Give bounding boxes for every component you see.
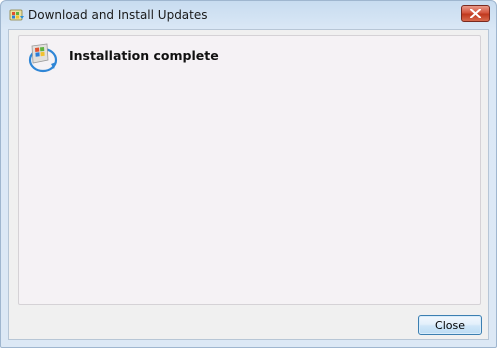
windows-update-icon [27,42,59,74]
close-icon [470,9,481,18]
status-heading: Installation complete [69,48,219,63]
dialog-window: Download and Install Updates Installatio [0,0,497,348]
close-button[interactable]: Close [418,315,482,335]
content-panel: Installation complete [18,35,481,305]
windows-update-icon [9,7,25,23]
window-close-button[interactable] [461,5,490,22]
dialog-client-area: Installation complete Close [8,29,489,340]
window-title: Download and Install Updates [28,8,208,22]
title-bar[interactable]: Download and Install Updates [1,1,496,29]
